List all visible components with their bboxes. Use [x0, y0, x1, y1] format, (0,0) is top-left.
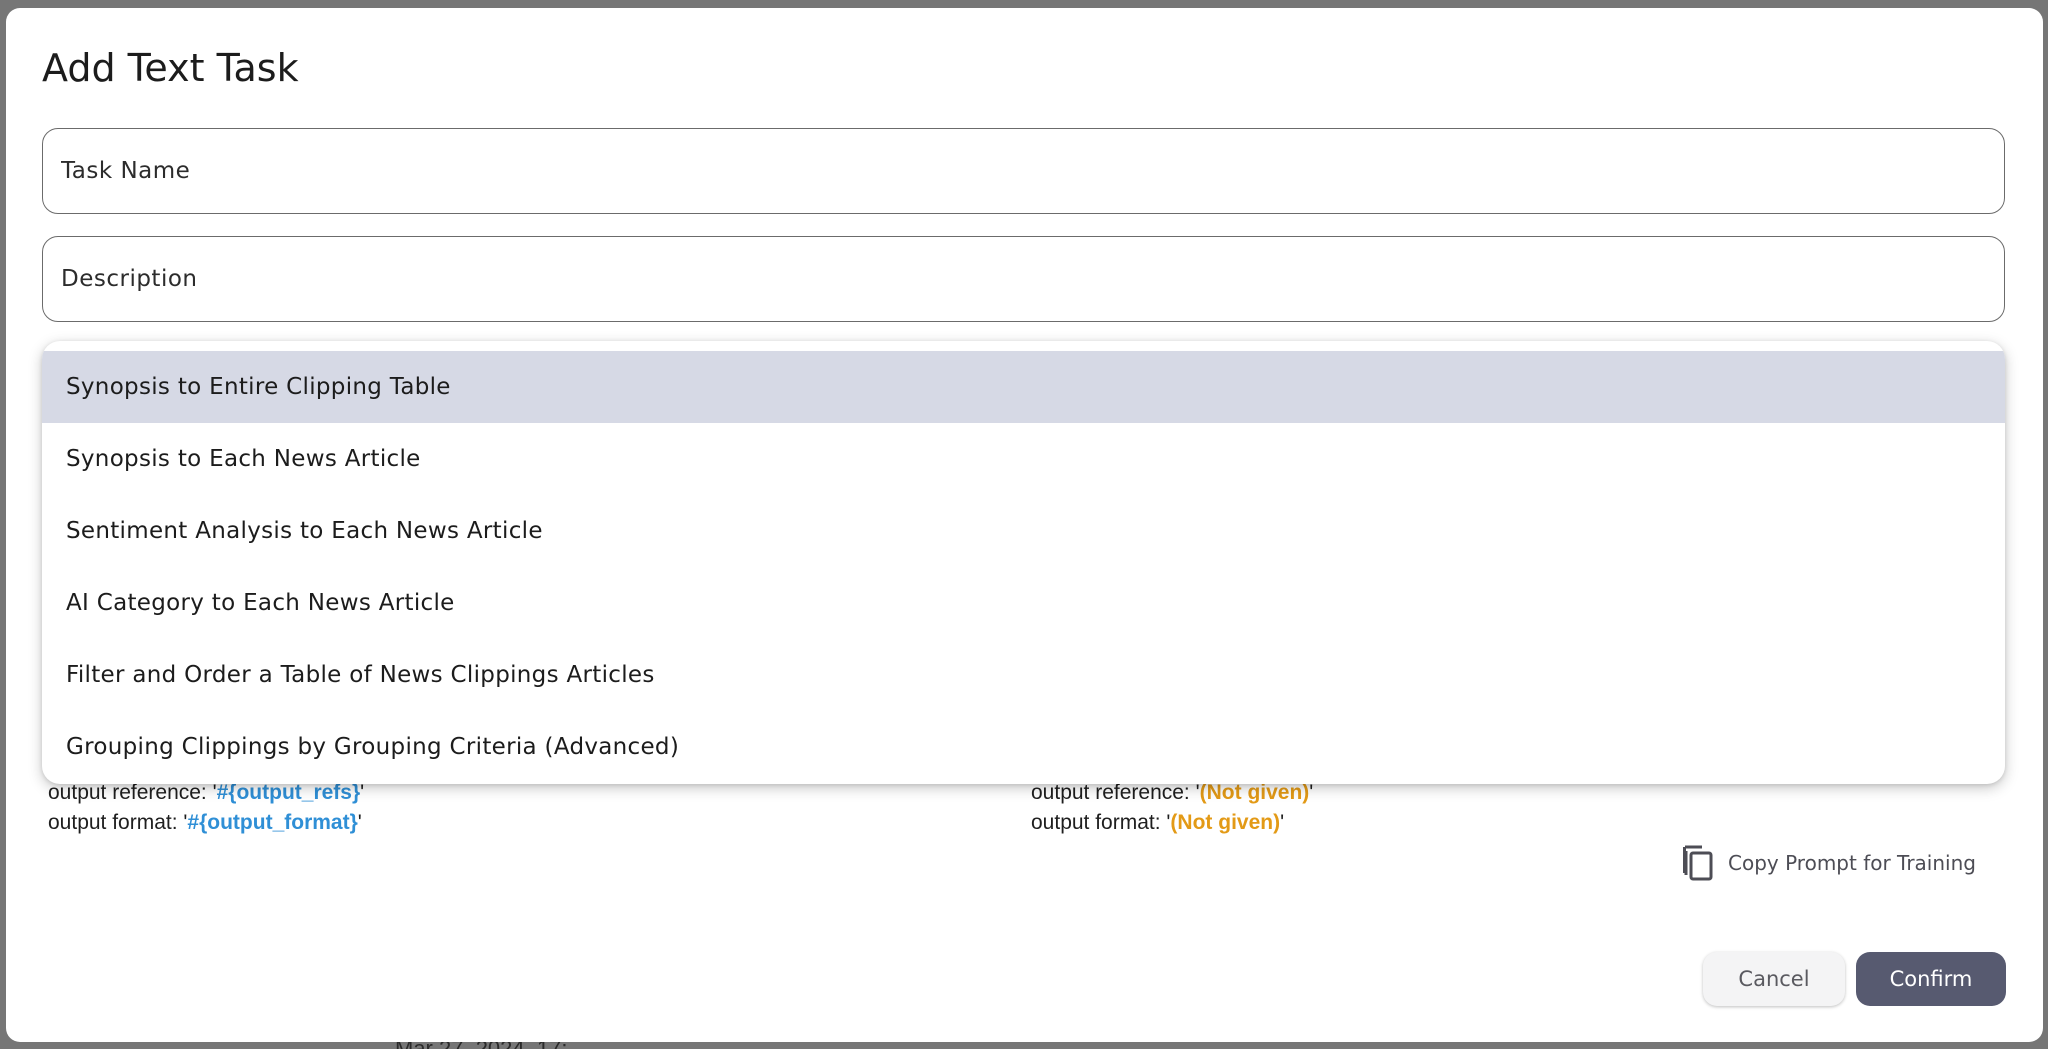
cancel-button[interactable]: Cancel: [1703, 952, 1845, 1006]
dialog-title: Add Text Task: [42, 46, 299, 90]
description-field[interactable]: [42, 236, 2005, 322]
copy-icon: [1683, 845, 1713, 881]
task-name-field[interactable]: [42, 128, 2005, 214]
menu-item-sentiment-analysis[interactable]: Sentiment Analysis to Each News Article: [42, 495, 2005, 567]
copy-prompt-label: Copy Prompt for Training: [1728, 851, 1976, 875]
output-format-label: output format: ': [48, 811, 188, 834]
output-reference-quote: ': [360, 781, 365, 804]
prompt-preview-right: output reference: '(Not given)' output f…: [1031, 778, 1313, 838]
task-name-input[interactable]: [43, 129, 2004, 213]
description-input[interactable]: [43, 237, 2004, 321]
output-reference-value: #{output_refs}: [216, 781, 361, 804]
output-format-label: output format: ': [1031, 811, 1171, 834]
output-reference-quote: ': [1309, 781, 1314, 804]
output-format-line: output format: '(Not given)': [1031, 808, 1313, 838]
confirm-button[interactable]: Confirm: [1856, 952, 2006, 1006]
menu-item-synopsis-each-article[interactable]: Synopsis to Each News Article: [42, 423, 2005, 495]
output-format-value: (Not given): [1170, 811, 1281, 834]
output-format-quote: ': [1280, 811, 1285, 834]
output-reference-label: output reference: ': [48, 781, 217, 804]
output-format-quote: ': [357, 811, 362, 834]
prompt-preview-left: output reference: '#{output_refs}' outpu…: [48, 778, 364, 838]
menu-item-filter-order[interactable]: Filter and Order a Table of News Clippin…: [42, 639, 2005, 711]
output-reference-label: output reference: ': [1031, 781, 1200, 804]
task-type-dropdown-menu: Synopsis to Entire Clipping Table Synops…: [42, 341, 2005, 784]
menu-item-ai-category[interactable]: AI Category to Each News Article: [42, 567, 2005, 639]
menu-item-synopsis-entire-table[interactable]: Synopsis to Entire Clipping Table: [42, 351, 2005, 423]
menu-item-grouping-clippings[interactable]: Grouping Clippings by Grouping Criteria …: [42, 711, 2005, 783]
output-format-line: output format: '#{output_format}': [48, 808, 364, 838]
add-text-task-dialog: Add Text Task output reference: '#{outpu…: [6, 8, 2043, 1042]
copy-prompt-button[interactable]: Copy Prompt for Training: [1682, 843, 1976, 883]
output-reference-value: (Not given): [1199, 781, 1310, 804]
output-format-value: #{output_format}: [187, 811, 358, 834]
